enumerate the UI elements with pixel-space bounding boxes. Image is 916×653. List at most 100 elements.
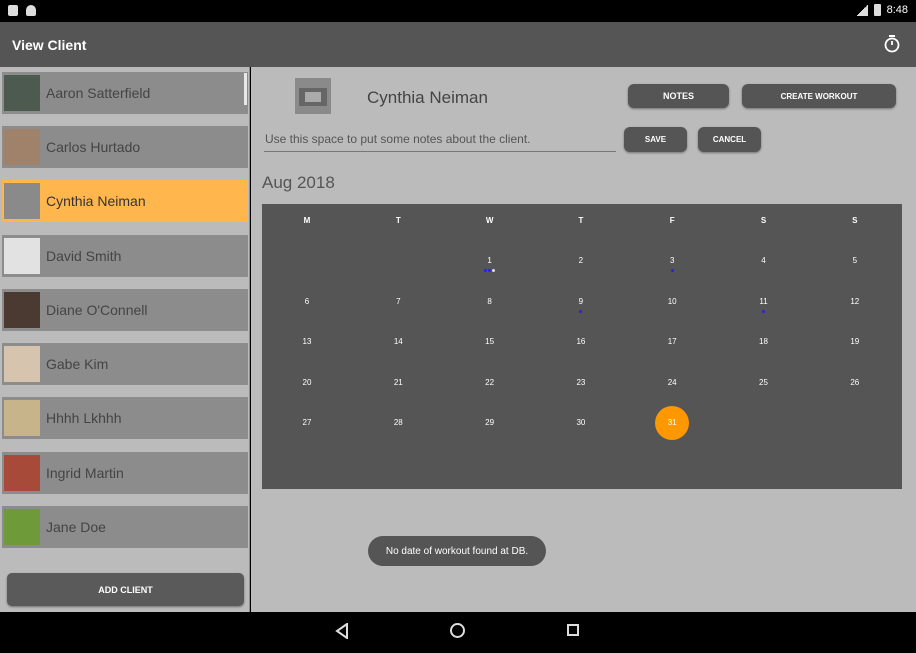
client-avatar [4, 400, 40, 436]
client-list-item[interactable]: Cynthia Neiman [2, 180, 248, 222]
client-list-item[interactable]: Aaron Satterfield [2, 72, 248, 114]
create-workout-button[interactable]: CREATE WORKOUT [742, 84, 896, 108]
notes-field[interactable]: Use this space to put some notes about t… [264, 130, 616, 152]
calendar-day[interactable]: 21 [378, 378, 418, 387]
calendar-day[interactable]: 19 [835, 337, 875, 346]
stopwatch-icon[interactable] [884, 35, 900, 53]
weekday-header: T [578, 216, 584, 225]
calendar-day[interactable]: 26 [835, 378, 875, 387]
weekday-header: F [669, 216, 675, 225]
status-bar: 8:48 [0, 0, 916, 22]
calendar-day[interactable]: 3 [652, 256, 692, 265]
calendar-day[interactable]: 6 [287, 297, 327, 306]
client-list-item-name: David Smith [46, 248, 122, 264]
month-title: Aug 2018 [262, 173, 335, 192]
battery-icon [873, 4, 881, 16]
client-list-item-name: Hhhh Lkhhh [46, 410, 122, 426]
weekday-header: T [395, 216, 401, 225]
client-list-item-name: Jane Doe [46, 519, 106, 535]
client-list-item-name: Cynthia Neiman [46, 193, 146, 209]
calendar-day[interactable]: 12 [835, 297, 875, 306]
client-name: Cynthia Neiman [367, 88, 488, 107]
calendar-day[interactable]: 14 [378, 337, 418, 346]
calendar-day[interactable]: 16 [561, 337, 601, 346]
screen: 8:48 View Client Aaron Satterfield Carlos… [0, 0, 916, 653]
workout-dot [670, 269, 674, 272]
android-icon [26, 5, 36, 16]
calendar-day[interactable]: 18 [744, 337, 784, 346]
workout-dot [484, 269, 488, 272]
client-list-item[interactable]: Ingrid Martin [2, 452, 248, 494]
calendar-day[interactable]: 25 [744, 378, 784, 387]
client-avatar [4, 346, 40, 382]
calendar-day[interactable]: 30 [561, 418, 601, 427]
client-list-item[interactable]: Gabe Kim [2, 343, 248, 385]
client-avatar [4, 183, 40, 219]
calendar-day[interactable]: 24 [652, 378, 692, 387]
workout-dot [488, 269, 492, 272]
profile-avatar [295, 78, 331, 114]
calendar-day[interactable]: 2 [561, 256, 601, 265]
calendar-day[interactable]: 8 [470, 297, 510, 306]
calendar-day[interactable]: 17 [652, 337, 692, 346]
calendar-day[interactable]: 1 [470, 256, 510, 265]
calendar-day[interactable]: 31 [652, 418, 692, 427]
client-avatar [4, 292, 40, 328]
client-list-item[interactable]: Jane Doe [2, 506, 248, 548]
app-bar: View Client [0, 22, 916, 67]
clock: 8:48 [886, 4, 908, 16]
client-list-item[interactable]: Diane O'Connell [2, 289, 248, 331]
calendar-day[interactable]: 29 [470, 418, 510, 427]
recent-apps-icon[interactable] [567, 624, 579, 636]
calendar-day[interactable]: 5 [835, 256, 875, 265]
calendar-day[interactable]: 27 [287, 418, 327, 427]
client-list-item-name: Diane O'Connell [46, 302, 148, 318]
weekday-header: W [485, 216, 494, 225]
weekday-header: S [852, 216, 858, 225]
client-list-item-name: Aaron Satterfield [46, 85, 151, 101]
client-avatar [4, 509, 40, 545]
workout-dot [762, 309, 765, 313]
sd-card-icon [8, 5, 18, 16]
calendar-day[interactable]: 13 [287, 337, 327, 346]
client-avatar [4, 129, 40, 165]
calendar-day[interactable]: 9 [561, 297, 601, 306]
client-list-item-name: Carlos Hurtado [46, 139, 141, 155]
client-list-item[interactable]: David Smith [2, 235, 248, 277]
client-list-item-name: Gabe Kim [46, 356, 109, 372]
calendar-day[interactable]: 10 [652, 297, 692, 306]
toast-message: No date of workout found at DB. [368, 536, 546, 566]
workout-dot [492, 269, 496, 272]
calendar-day[interactable]: 20 [287, 378, 327, 387]
workout-dot [579, 309, 583, 313]
calendar-day[interactable]: 4 [744, 256, 784, 265]
client-list-item[interactable]: Carlos Hurtado [2, 126, 248, 168]
notification-icons [8, 5, 36, 16]
client-avatar [4, 238, 40, 274]
add-client-button[interactable]: ADD CLIENT [7, 573, 244, 606]
save-button[interactable]: SAVE [624, 127, 687, 152]
client-avatar [4, 75, 40, 111]
calendar-day[interactable]: 22 [470, 378, 510, 387]
home-icon[interactable] [450, 623, 465, 638]
scrollbar[interactable] [244, 73, 247, 105]
system-nav-bar [0, 612, 916, 653]
weekday-header: S [760, 216, 767, 225]
back-icon[interactable] [335, 623, 349, 639]
client-list-item[interactable]: Hhhh Lkhhh [2, 397, 248, 439]
calendar-day[interactable]: 11 [744, 297, 784, 306]
cancel-button[interactable]: CANCEL [698, 127, 761, 152]
client-avatar [4, 455, 40, 491]
calendar-day[interactable]: 23 [561, 378, 601, 387]
notes-button[interactable]: NOTES [628, 84, 729, 108]
client-list-item-name: Ingrid Martin [46, 465, 124, 481]
client-list-panel: Aaron Satterfield Carlos Hurtado Cynthia N… [0, 67, 250, 612]
page-title: View Client [12, 37, 87, 53]
client-detail-panel: Cynthia Neiman NOTES CREATE WORKOUT Use … [251, 67, 916, 612]
calendar-grid: M T W T F S S 1 2 3 4 5 6 7 8 9 10 11 12 13 14 15 16 17 18 19 20 21… [262, 204, 902, 489]
calendar-day[interactable]: 15 [470, 337, 510, 346]
status-right: 8:48 [855, 4, 908, 16]
calendar-day[interactable]: 7 [378, 297, 418, 306]
signal-icon [855, 4, 868, 16]
calendar-day[interactable]: 28 [378, 418, 418, 427]
